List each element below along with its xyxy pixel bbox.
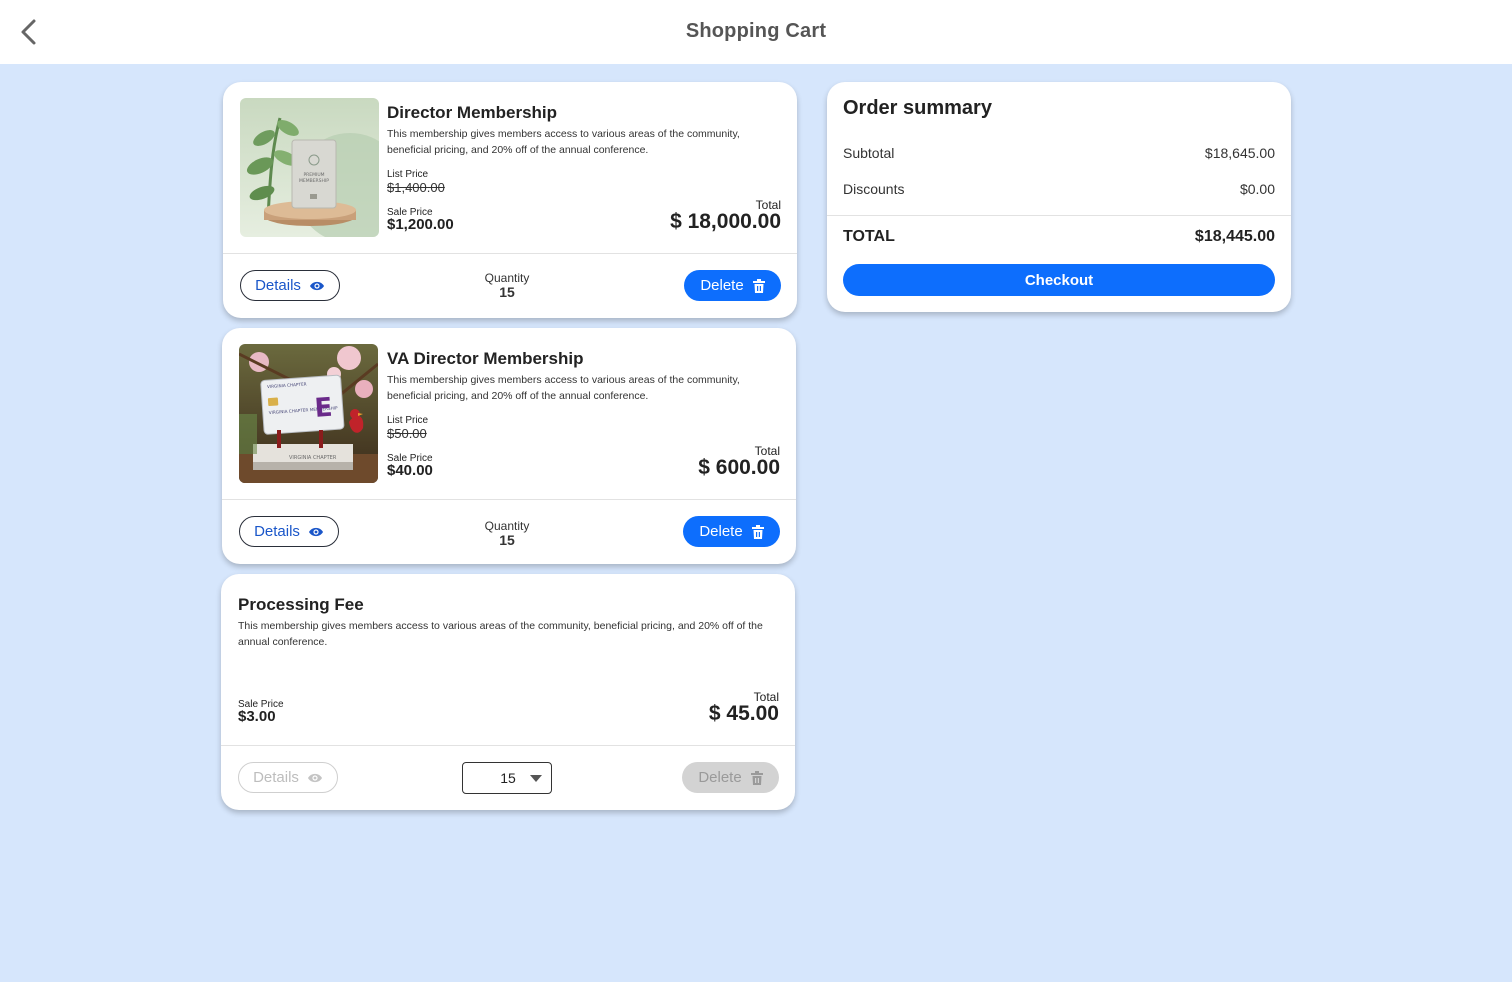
product-image: PREMIUM MEMBERSHIP (240, 98, 379, 237)
quantity-display: Quantity 15 (462, 272, 552, 300)
details-button-label: Details (253, 769, 299, 786)
delete-button-label: Delete (700, 277, 744, 294)
order-summary-title: Order summary (843, 97, 992, 119)
order-total-label: TOTAL (843, 228, 895, 245)
item-total: $ 18,000.00 (670, 210, 781, 233)
details-button[interactable]: Details (240, 270, 340, 301)
order-summary-card: Order summary Subtotal $18,645.00 Discou… (827, 82, 1291, 312)
svg-text:E: E (314, 393, 334, 424)
quantity-dropdown[interactable]: 15 (462, 762, 552, 794)
sale-price: $3.00 (238, 708, 276, 725)
details-button-label: Details (255, 277, 301, 294)
divider (223, 253, 797, 254)
list-price: $50.00 (387, 426, 427, 441)
svg-text:MEMBERSHIP: MEMBERSHIP (299, 178, 329, 184)
cart-item-card: VIRGINIA CHAPTER VIRGINIA CHAPTER MEMBER… (222, 328, 796, 564)
svg-text:PREMIUM: PREMIUM (303, 172, 324, 178)
delete-button[interactable]: Delete (682, 762, 779, 793)
trash-icon (750, 770, 763, 785)
cart-item-card: Processing Fee This membership gives mem… (221, 574, 795, 810)
quantity-value: 15 (499, 532, 515, 548)
list-price: $1,400.00 (387, 180, 445, 195)
caret-down-icon (530, 775, 542, 782)
cart-item-card: PREMIUM MEMBERSHIP Director Membership T… (223, 82, 797, 318)
svg-text:VIRGINIA CHAPTER: VIRGINIA CHAPTER (289, 455, 337, 461)
list-price-label: List Price (387, 169, 429, 180)
item-description: This membership gives members access to … (387, 374, 740, 402)
item-total: $ 45.00 (708, 702, 779, 725)
list-price-label: List Price (387, 415, 429, 426)
product-image: VIRGINIA CHAPTER VIRGINIA CHAPTER MEMBER… (239, 344, 378, 483)
discounts-label: Discounts (843, 181, 905, 197)
subtotal-value: $18,645.00 (1204, 145, 1275, 161)
item-total: $ 600.00 (698, 456, 780, 479)
details-button[interactable]: Details (238, 762, 338, 793)
item-description: This membership gives members access to … (387, 128, 740, 156)
eye-icon (309, 281, 324, 290)
details-button-label: Details (254, 523, 300, 540)
eye-icon (308, 527, 323, 536)
item-title: Processing Fee (238, 595, 364, 614)
order-total-value: $18,445.00 (1194, 228, 1275, 245)
discounts-value: $0.00 (1239, 181, 1275, 197)
subtotal-label: Subtotal (843, 145, 895, 161)
item-description: This membership gives members access to … (238, 620, 763, 648)
sale-price: $1,200.00 (387, 216, 454, 233)
item-title: VA Director Membership (387, 349, 584, 368)
quantity-display: Quantity 15 (462, 520, 552, 548)
quantity-value: 15 (499, 284, 515, 300)
trash-icon (751, 524, 764, 539)
trash-icon (752, 278, 765, 293)
checkout-button[interactable]: Checkout (843, 264, 1275, 296)
delete-button-label: Delete (699, 523, 743, 540)
delete-button-label: Delete (698, 769, 742, 786)
item-title: Director Membership (387, 103, 558, 122)
delete-button[interactable]: Delete (684, 270, 781, 301)
divider (827, 215, 1291, 216)
details-button[interactable]: Details (239, 516, 339, 547)
delete-button[interactable]: Delete (683, 516, 780, 547)
divider (221, 745, 795, 746)
eye-icon (307, 773, 322, 782)
page-title: Shopping Cart (685, 20, 827, 42)
sale-price: $40.00 (387, 462, 433, 479)
top-app-bar: Shopping Cart (0, 0, 1512, 64)
divider (222, 499, 796, 500)
